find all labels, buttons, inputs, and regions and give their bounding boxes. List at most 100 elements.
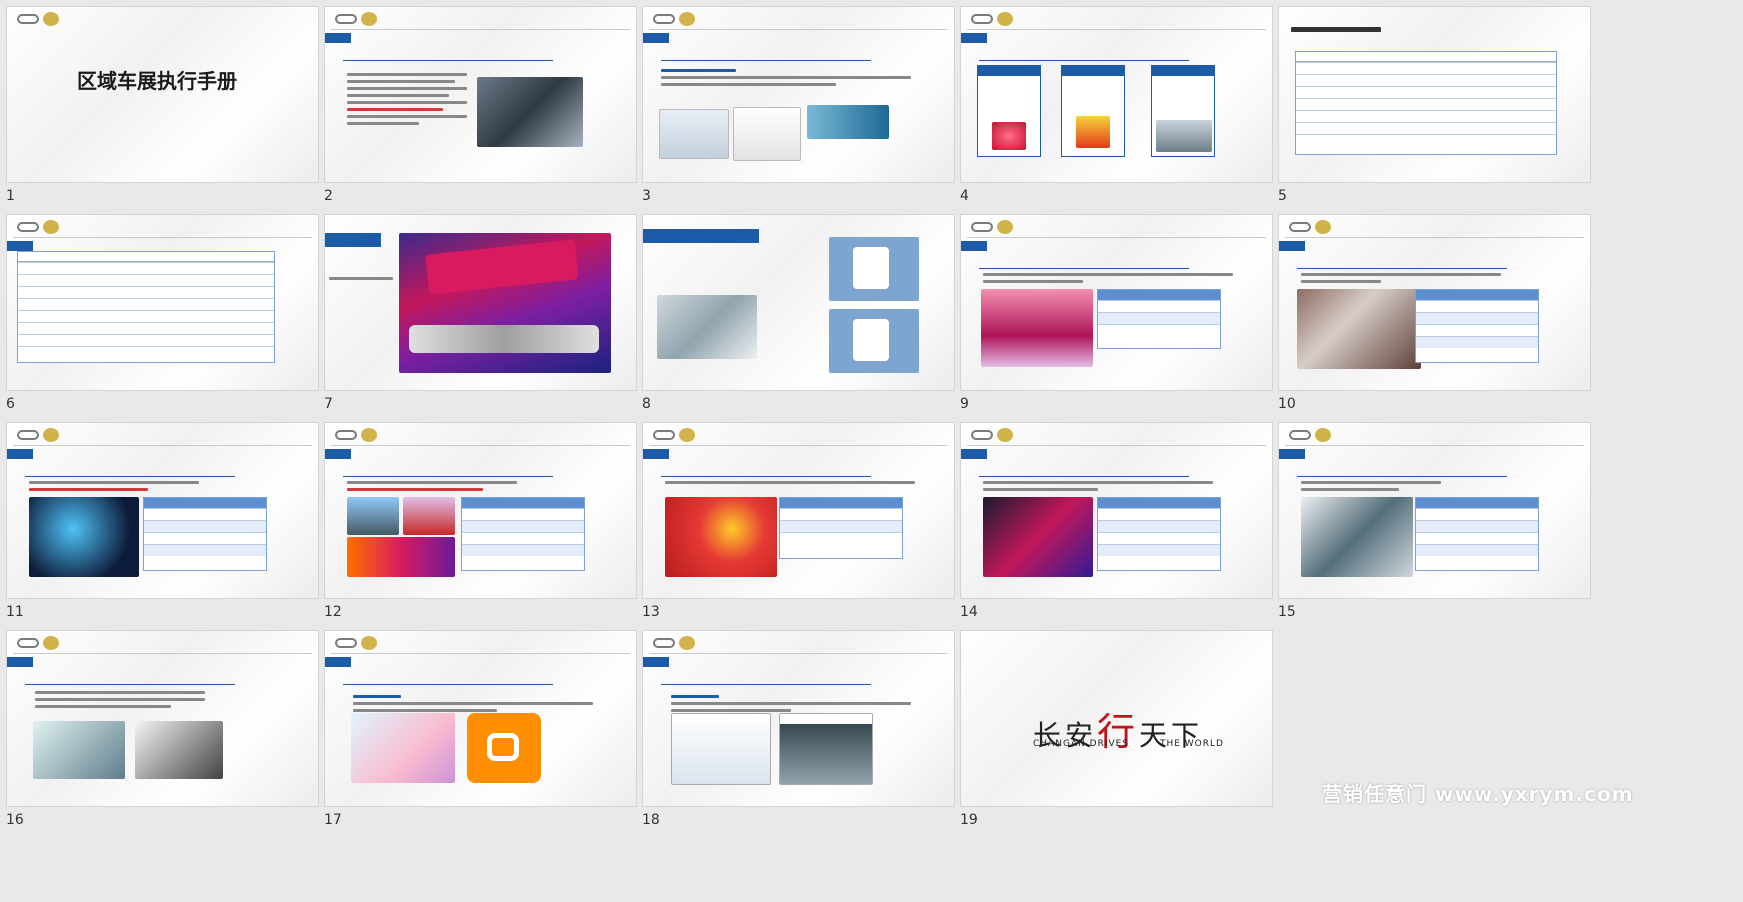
slide-canvas[interactable] [960, 6, 1273, 183]
slide-thumbnail-5[interactable]: 5 [1272, 0, 1591, 225]
slide-thumbnail-8[interactable]: 8 [636, 208, 955, 433]
slide-number: 3 [642, 188, 651, 204]
logo [17, 220, 69, 234]
slide-thumbnail-2[interactable]: 2 [318, 0, 637, 225]
lottery-poster [665, 497, 777, 577]
slide-thumbnail-19[interactable]: 长安行天下 CHANGAN DRIVES THE WORLD 19 [954, 624, 1273, 849]
slide-number: 15 [1278, 604, 1296, 620]
watermark: 营销任意门 www.yxrym.com [1322, 782, 1634, 806]
slide-canvas[interactable]: 区域车展执行手册 [6, 6, 319, 183]
activity-table [1415, 497, 1539, 571]
slide-number: 14 [960, 604, 978, 620]
slide-thumbnail-11[interactable]: 11 [0, 416, 319, 641]
body-text [347, 73, 467, 129]
slide-canvas[interactable] [1278, 422, 1591, 599]
info-box [1151, 65, 1215, 157]
slide-thumbnail-14[interactable]: 14 [954, 416, 1273, 641]
body-text [983, 273, 1233, 287]
slide-number: 7 [324, 396, 333, 412]
douyin-logo [351, 713, 455, 783]
info-box [1061, 65, 1125, 157]
logo [1289, 428, 1341, 442]
slide-thumbnail-18[interactable]: 18 [636, 624, 955, 849]
webpage-screenshot [779, 713, 873, 785]
backdrop-poster [399, 233, 611, 373]
slide-canvas[interactable] [324, 214, 637, 391]
slide-canvas[interactable] [642, 214, 955, 391]
slide-number: 2 [324, 188, 333, 204]
slide-thumbnail-16[interactable]: 16 [0, 624, 319, 849]
mug-photo [829, 237, 919, 301]
logo [335, 636, 387, 650]
body-text [661, 69, 911, 90]
slide-thumbnail-17[interactable]: 17 [318, 624, 637, 849]
logo [971, 12, 1023, 26]
photo [135, 721, 223, 779]
body-text [347, 481, 517, 495]
screenshot [659, 109, 729, 159]
slide-thumbnail-6[interactable]: 6 [0, 208, 319, 433]
activity-table [1097, 289, 1221, 349]
activity-table [1415, 289, 1539, 363]
slide-canvas[interactable] [6, 422, 319, 599]
slide-canvas[interactable] [324, 6, 637, 183]
slide-title: 区域车展执行手册 [77, 69, 237, 93]
activity-table [1097, 497, 1221, 571]
slide-canvas[interactable] [1278, 214, 1591, 391]
logo [653, 428, 705, 442]
slide-canvas[interactable] [6, 214, 319, 391]
slide-number: 16 [6, 812, 24, 828]
slide-number: 9 [960, 396, 969, 412]
body-text [1301, 273, 1501, 287]
body-text [29, 481, 199, 495]
slide-canvas[interactable] [960, 422, 1273, 599]
activity-table [779, 497, 903, 559]
slide-canvas[interactable] [6, 630, 319, 807]
slide-thumbnail-4[interactable]: 4 [954, 0, 1273, 225]
caption [329, 277, 393, 284]
slide-canvas[interactable] [642, 630, 955, 807]
logo [335, 428, 387, 442]
activity-table [461, 497, 585, 571]
slide-number: 1 [6, 188, 15, 204]
body-text [1301, 481, 1441, 495]
photo [983, 497, 1093, 577]
slide-canvas[interactable] [324, 630, 637, 807]
logo [653, 636, 705, 650]
slide-thumbnail-3[interactable]: 3 [636, 0, 955, 225]
kuaishou-logo [467, 713, 541, 783]
slide-number: 11 [6, 604, 24, 620]
slide-thumbnail-10[interactable]: 10 [1272, 208, 1591, 433]
slide-number: 8 [642, 396, 651, 412]
slide-thumbnail-13[interactable]: 13 [636, 416, 955, 641]
logo [335, 12, 387, 26]
logo [653, 12, 705, 26]
photo [29, 497, 139, 577]
slide-number: 19 [960, 812, 978, 828]
slide-canvas[interactable] [642, 422, 955, 599]
slide-number: 18 [642, 812, 660, 828]
webpage-screenshot [671, 713, 771, 785]
slide-canvas[interactable] [960, 214, 1273, 391]
slide-canvas[interactable]: 长安行天下 CHANGAN DRIVES THE WORLD [960, 630, 1273, 807]
slide-number: 6 [6, 396, 15, 412]
slide-thumbnail-1[interactable]: 区域车展执行手册 1 [0, 0, 319, 225]
slide-thumbnail-12[interactable]: 12 [318, 416, 637, 641]
logo [971, 428, 1023, 442]
photo [1301, 497, 1413, 577]
logo [17, 636, 69, 650]
slide-canvas[interactable] [324, 422, 637, 599]
slide-number: 13 [642, 604, 660, 620]
activity-table [143, 497, 267, 571]
mug-photo [829, 309, 919, 373]
slide-canvas[interactable] [642, 6, 955, 183]
slide-number: 4 [960, 188, 969, 204]
slide-canvas[interactable] [1278, 6, 1591, 183]
slide-thumbnail-9[interactable]: 9 [954, 208, 1273, 433]
slide-sorter-grid: 区域车展执行手册 1 2 3 4 5 6 7 8 9 10 11 12 13 1… [0, 0, 1743, 902]
photo [347, 497, 399, 535]
slide-number: 12 [324, 604, 342, 620]
slide-thumbnail-15[interactable]: 15 [1272, 416, 1591, 641]
slide-thumbnail-7[interactable]: 7 [318, 208, 637, 433]
logo [1289, 220, 1341, 234]
